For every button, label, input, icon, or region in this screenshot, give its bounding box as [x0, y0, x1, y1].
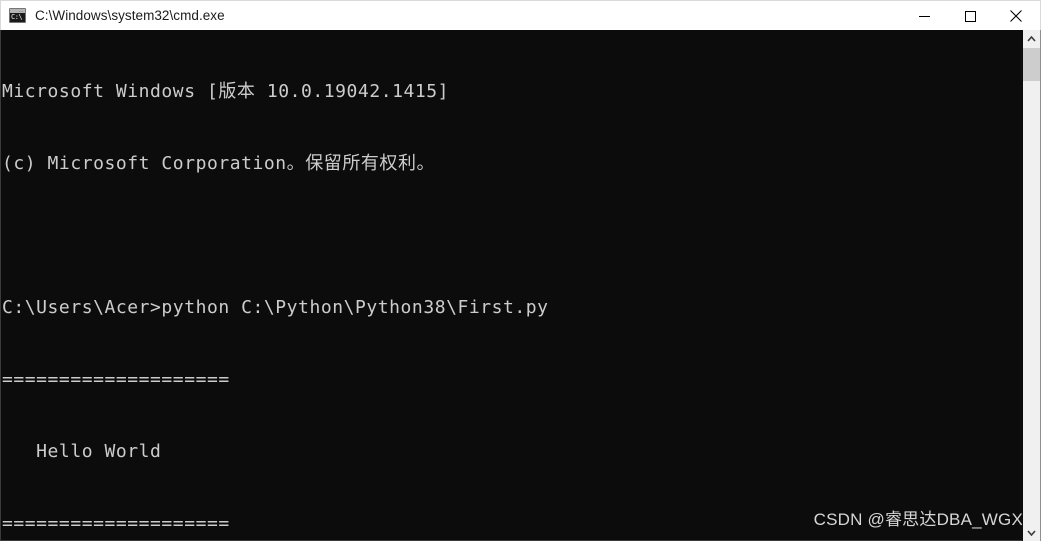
scroll-down-button[interactable] — [1023, 524, 1040, 541]
console-line: ==================== — [2, 369, 230, 390]
close-button[interactable] — [993, 2, 1039, 30]
console-line: (c) Microsoft Corporation。保留所有权利。 — [2, 153, 436, 174]
console-line: Hello World — [2, 441, 162, 462]
minimize-icon — [918, 15, 930, 17]
console-line: Microsoft Windows [版本 10.0.19042.1415] — [2, 81, 450, 102]
minimize-button[interactable] — [901, 2, 947, 30]
cmd-icon-prompt-text: C:\ — [11, 13, 23, 21]
scroll-up-button[interactable] — [1023, 30, 1040, 47]
scrollbar-track[interactable] — [1023, 47, 1040, 524]
watermark: CSDN @睿思达DBA_WGX — [813, 510, 1023, 529]
console-text: Microsoft Windows [版本 10.0.19042.1415] (… — [1, 30, 549, 540]
console-output-area[interactable]: Microsoft Windows [版本 10.0.19042.1415] (… — [0, 30, 1041, 541]
cmd-window: ··· C:\ C:\Windows\system32\cmd.exe Micr… — [0, 0, 1041, 541]
window-controls — [901, 2, 1039, 30]
console-line: C:\Users\Acer>python C:\Python\Python38\… — [2, 297, 549, 318]
chevron-down-icon — [1027, 529, 1036, 536]
console-line: ==================== — [2, 513, 230, 534]
scrollbar-thumb[interactable] — [1023, 48, 1040, 81]
chevron-up-icon — [1027, 35, 1036, 42]
vertical-scrollbar[interactable] — [1022, 30, 1041, 541]
title-bar[interactable]: ··· C:\ C:\Windows\system32\cmd.exe — [0, 0, 1041, 30]
maximize-icon — [964, 10, 976, 22]
close-icon — [1010, 10, 1022, 22]
window-title: C:\Windows\system32\cmd.exe — [35, 8, 225, 23]
cmd-console-icon: ··· C:\ — [9, 8, 26, 23]
maximize-button[interactable] — [947, 2, 993, 30]
